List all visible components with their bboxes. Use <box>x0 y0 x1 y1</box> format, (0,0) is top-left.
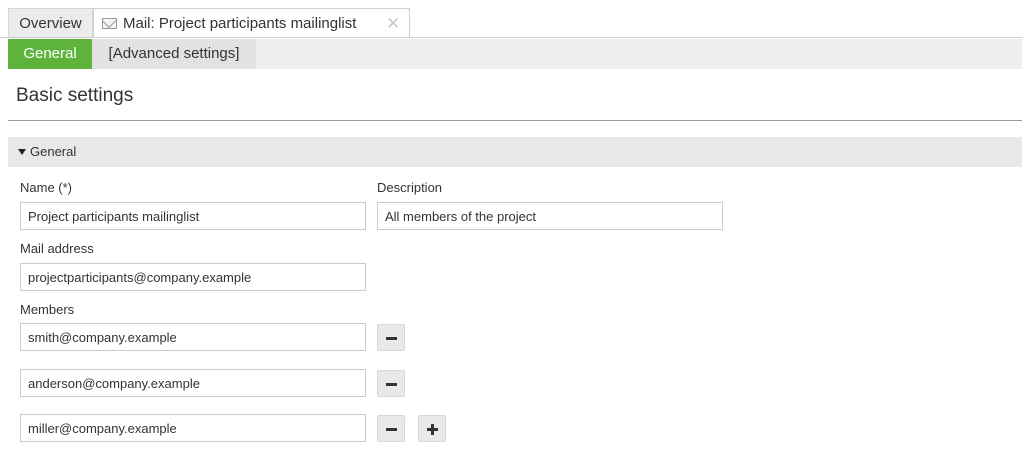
tab-overview[interactable]: Overview <box>8 8 93 38</box>
page-title: Basic settings <box>16 85 134 106</box>
member-input-2[interactable] <box>20 369 366 397</box>
remove-member-button-3[interactable] <box>377 415 405 442</box>
title-divider <box>8 120 1022 121</box>
mail-address-label: Mail address <box>20 241 94 256</box>
description-label: Description <box>377 180 443 195</box>
name-label: Name (*) <box>20 180 73 195</box>
caret-down-icon <box>18 149 26 155</box>
section-general-label: General <box>30 144 77 159</box>
section-general-header[interactable]: General <box>8 137 1022 167</box>
tab-mail-label: Mail: Project participants mailinglist <box>123 15 357 32</box>
close-tab-icon[interactable]: ✕ <box>386 9 400 39</box>
tab-bar-divider <box>0 37 1022 38</box>
mail-icon <box>102 18 117 29</box>
member-input-1[interactable] <box>20 323 366 351</box>
description-input[interactable] <box>377 202 723 230</box>
minus-icon <box>386 383 397 386</box>
subtab-general[interactable]: General <box>8 39 92 69</box>
name-input[interactable] <box>20 202 366 230</box>
minus-icon <box>386 337 397 340</box>
subtab-bar: General [Advanced settings] <box>8 39 1022 69</box>
member-input-3[interactable] <box>20 414 366 442</box>
minus-icon <box>386 428 397 431</box>
tab-bar: Overview Mail: Project participants mail… <box>0 0 1022 38</box>
members-label: Members <box>20 302 75 317</box>
subtab-advanced-settings[interactable]: [Advanced settings] <box>92 39 256 69</box>
mail-address-input[interactable] <box>20 263 366 291</box>
remove-member-button-1[interactable] <box>377 324 405 351</box>
tab-mail-mailinglist[interactable]: Mail: Project participants mailinglist ✕ <box>93 8 410 38</box>
remove-member-button-2[interactable] <box>377 370 405 397</box>
add-member-button[interactable] <box>418 415 446 442</box>
